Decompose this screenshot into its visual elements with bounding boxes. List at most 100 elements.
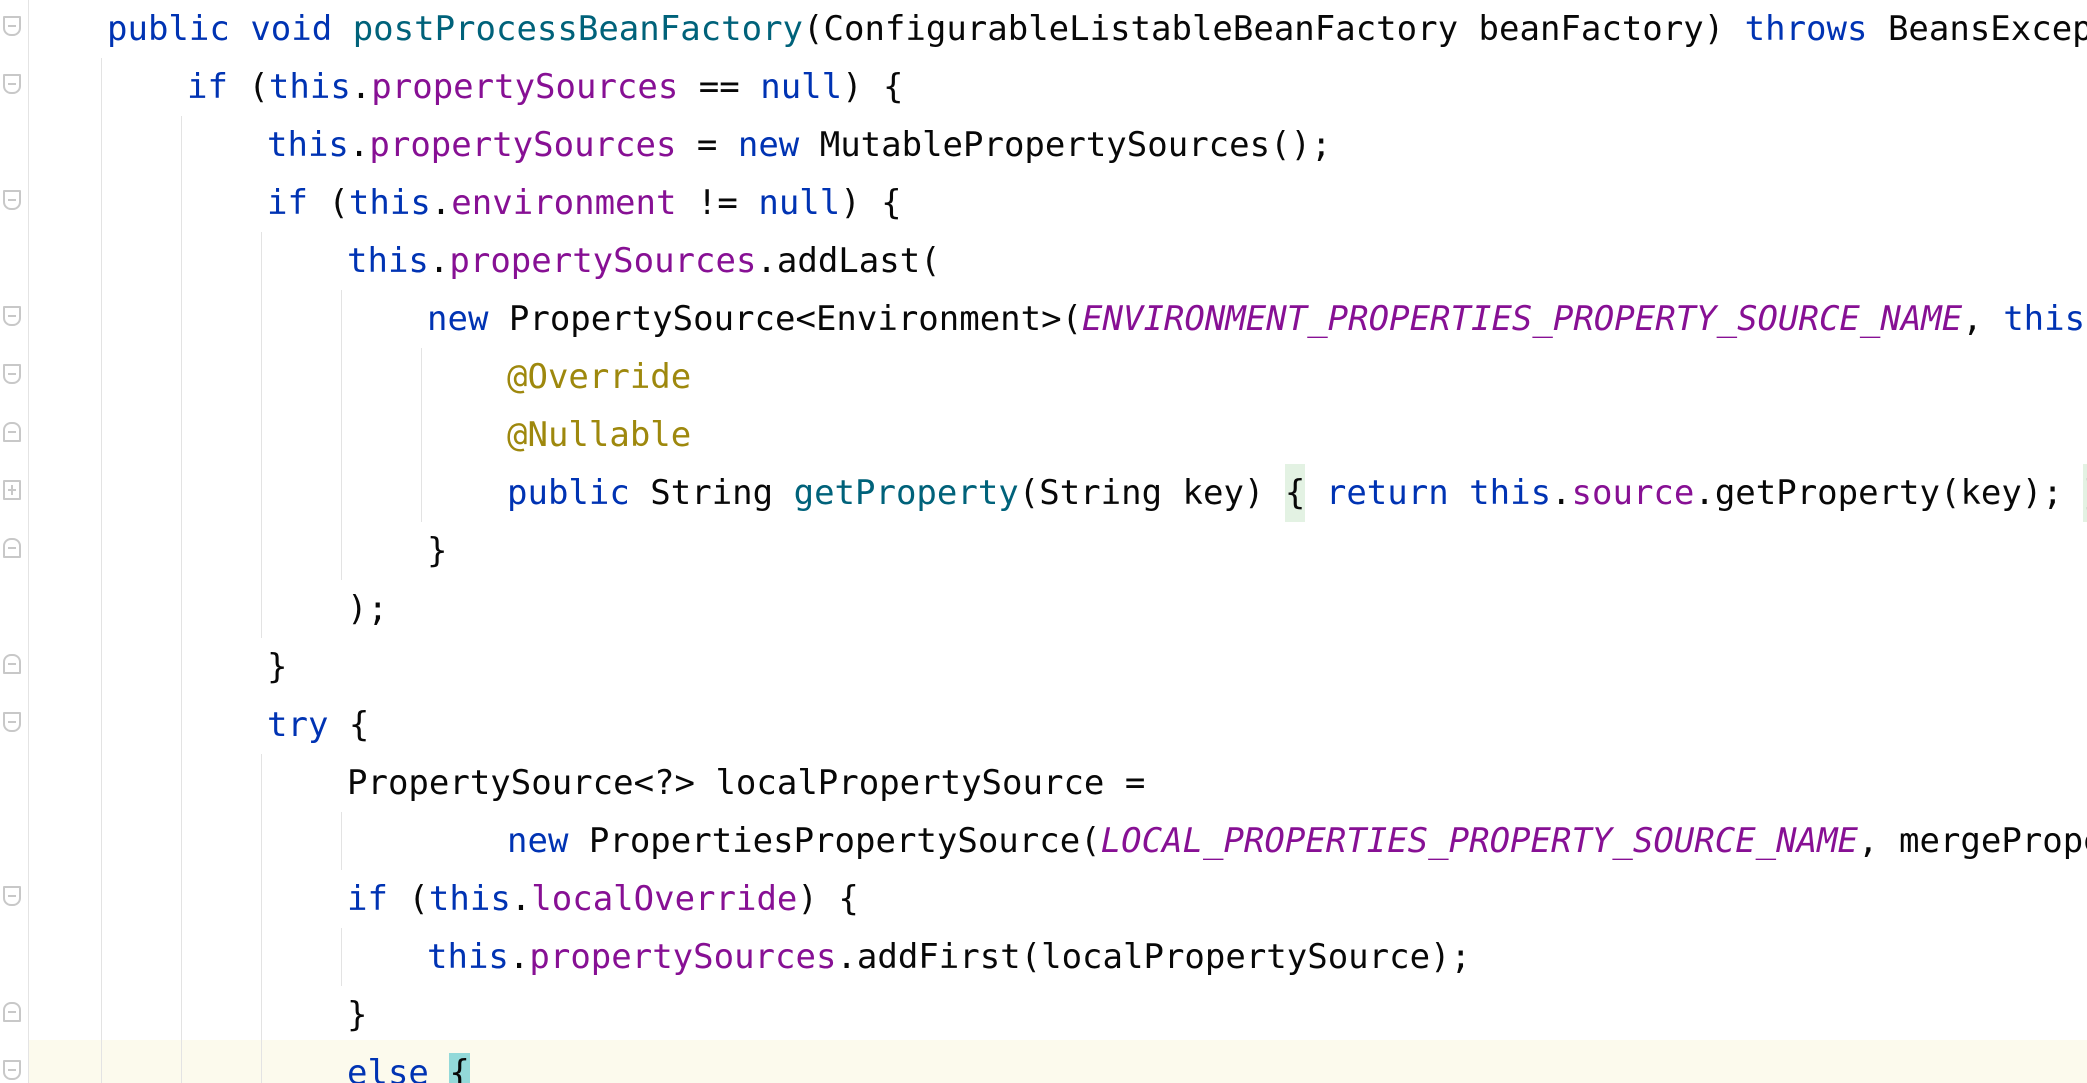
code-line[interactable]: new PropertySource<Environment>(ENVIRONM… (427, 290, 2087, 348)
keyword: if (267, 183, 308, 223)
keyword: this (347, 241, 429, 281)
code-text: . (430, 183, 452, 223)
code-text: BeansExcepti (1887, 9, 2087, 49)
indent-guide (261, 754, 262, 1083)
code-line[interactable]: } (427, 522, 447, 580)
code-line[interactable]: public String getProperty(String key) { … (507, 464, 2087, 522)
keyword: new (427, 299, 489, 339)
field-name: propertySources (371, 67, 679, 107)
code-line[interactable]: this.propertySources.addLast( (347, 232, 941, 290)
fold-open-icon[interactable] (3, 16, 21, 36)
folded-brace-close[interactable]: } (2083, 464, 2087, 522)
code-text: . (1551, 473, 1572, 513)
keyword: public (107, 9, 230, 49)
fold-open-icon[interactable] (3, 306, 21, 326)
code-line[interactable]: ); (347, 580, 388, 638)
indent-guide (181, 116, 182, 1083)
folded-brace-open[interactable]: { (1284, 464, 1306, 522)
code-text: { (328, 705, 370, 745)
fold-close-icon[interactable] (3, 1002, 21, 1022)
code-text: = (676, 125, 738, 165)
code-text: ); (347, 589, 388, 629)
fold-open-icon[interactable] (3, 1060, 21, 1080)
code-text: != (676, 183, 759, 223)
keyword: return (1325, 473, 1449, 513)
code-line[interactable]: if (this.environment != null) { (267, 174, 902, 232)
code-text: PropertySource<?> localPropertySource = (347, 763, 1146, 803)
code-text: . (350, 67, 372, 107)
indent-guide (341, 812, 342, 870)
code-text: } (347, 995, 368, 1035)
indent-guide (341, 928, 342, 986)
code-line[interactable]: @Override (507, 348, 691, 406)
code-text: . (508, 937, 530, 977)
code-line[interactable]: else { (347, 1044, 470, 1083)
code-line[interactable]: @Nullable (507, 406, 691, 464)
code-line[interactable]: new PropertiesPropertySource(LOCAL_PROPE… (507, 812, 2087, 870)
code-text: ) { (797, 879, 859, 919)
code-text: PropertiesPropertySource( (568, 821, 1101, 861)
code-line[interactable]: PropertySource<?> localPropertySource = (347, 754, 1145, 812)
code-text: .addFirst(localPropertySource); (836, 937, 1471, 977)
code-text: . (428, 241, 450, 281)
caret-line-highlight (29, 1040, 2087, 1083)
code-text: ( (387, 879, 429, 919)
keyword: null (760, 67, 843, 107)
constant-name: LOCAL_PROPERTIES_PROPERTY_SOURCE_NAME (1100, 821, 1859, 861)
code-text: ( (307, 183, 349, 223)
code-text: . (510, 879, 532, 919)
code-line[interactable]: if (this.propertySources == null) { (187, 58, 904, 116)
keyword: this (2003, 299, 2086, 339)
annotation: @Override (507, 357, 692, 397)
keyword: null (758, 183, 841, 223)
field-name: propertySources (529, 937, 837, 977)
field-name: propertySources (369, 125, 677, 165)
fold-open-icon[interactable] (3, 190, 21, 210)
fold-close-icon[interactable] (3, 654, 21, 674)
indent-guide (341, 290, 342, 580)
matched-brace[interactable]: { (449, 1053, 470, 1083)
field-name: localOverride (531, 879, 798, 919)
code-text: } (267, 647, 288, 687)
annotation: @Nullable (507, 415, 692, 455)
code-line[interactable]: if (this.localOverride) { (347, 870, 859, 928)
keyword: this (427, 937, 509, 977)
code-line[interactable]: } (347, 986, 367, 1044)
fold-open-icon[interactable] (3, 74, 21, 94)
constant-name: ENVIRONMENT_PROPERTIES_PROPERTY_SOURCE_N… (1082, 299, 1963, 339)
code-text: ) { (842, 67, 904, 107)
keyword: throws (1744, 9, 1868, 49)
code-text: MutablePropertySources(); (799, 125, 1332, 165)
fold-open-icon[interactable] (3, 364, 21, 384)
fold-collapsed-icon[interactable] (3, 480, 21, 500)
keyword: this (428, 879, 511, 919)
code-line[interactable]: try { (267, 696, 369, 754)
code-line[interactable]: this.propertySources = new MutableProper… (267, 116, 1331, 174)
code-text: .getProperty(key); (1694, 473, 2084, 513)
code-text: (ConfigurableListableBeanFactory beanFac… (803, 9, 1745, 49)
indent-guide (101, 58, 102, 1083)
code-text: ( (227, 67, 269, 107)
fold-gutter (0, 0, 29, 1083)
method-name: postProcessBeanFactory (352, 9, 804, 49)
keyword: this (1469, 473, 1552, 513)
code-line[interactable]: this.propertySources.addFirst(localPrope… (427, 928, 1471, 986)
code-text: String (629, 473, 794, 513)
keyword: try (267, 705, 329, 745)
fold-close-icon[interactable] (3, 422, 21, 442)
keyword: new (737, 125, 800, 165)
code-line[interactable]: public void postProcessBeanFactory(Confi… (107, 0, 2087, 58)
keyword: new (507, 821, 569, 861)
code-editor[interactable]: public void postProcessBeanFactory(Confi… (0, 0, 2087, 1083)
keyword: if (347, 879, 388, 919)
fold-open-icon[interactable] (3, 712, 21, 732)
keyword: this (267, 125, 349, 165)
fold-close-icon[interactable] (3, 538, 21, 558)
method-name: getProperty (793, 473, 1019, 513)
code-text: PropertySource<Environment>( (488, 299, 1083, 339)
code-line[interactable]: } (267, 638, 287, 696)
keyword: void (250, 9, 333, 49)
fold-open-icon[interactable] (3, 886, 21, 906)
